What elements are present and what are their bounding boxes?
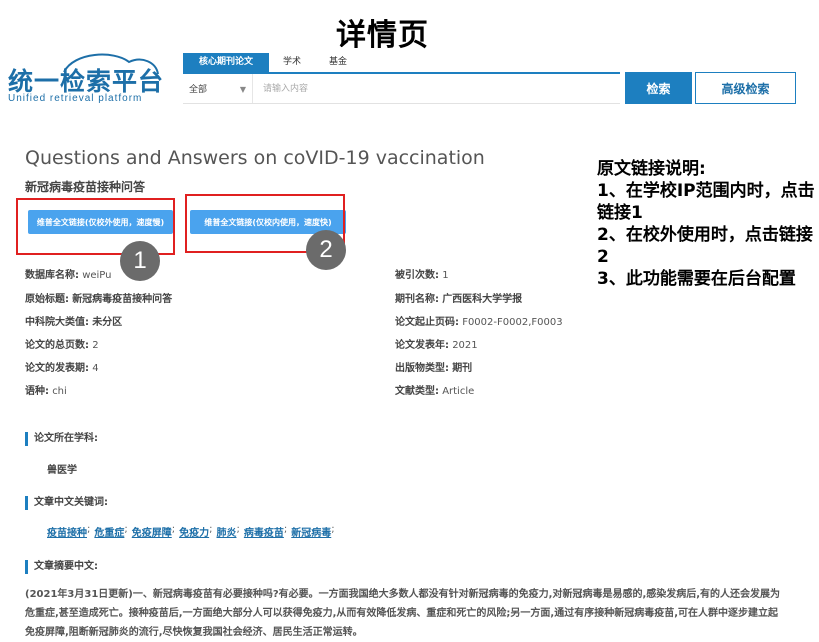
search-scope-select[interactable]: 全部 ▼ <box>183 74 253 103</box>
search-input[interactable] <box>253 74 620 103</box>
marker-1: 1 <box>120 241 160 281</box>
keyword-link[interactable]: 肺炎 <box>217 524 237 539</box>
keyword-link[interactable]: 免疫屏障 <box>132 524 172 539</box>
search-tabs: 核心期刊论文 学术 基金 <box>183 53 361 72</box>
advanced-search-button[interactable]: 高级检索 <box>695 72 796 104</box>
tab-academic[interactable]: 学术 <box>269 53 315 72</box>
link-note: 原文链接说明: 1、在学校IP范围内时，点击链接1 2、在校外使用时，点击链接2… <box>597 158 815 290</box>
meta-language: 语种: chi <box>25 386 67 397</box>
chevron-down-icon: ▼ <box>239 85 246 94</box>
keywords-section-heading: 文章中文关键词: <box>25 496 108 510</box>
meta-publication-type: 出版物类型: 期刊 <box>395 363 473 374</box>
article-title-cn: 新冠病毒疫苗接种问答 <box>25 180 146 194</box>
keyword-link[interactable]: 危重症 <box>94 524 124 539</box>
keyword-link[interactable]: 新冠病毒 <box>291 524 331 539</box>
search-button[interactable]: 检索 <box>625 72 692 104</box>
subject-value: 兽医学 <box>47 465 77 476</box>
meta-year: 论文发表年: 2021 <box>395 340 478 351</box>
subject-section-heading: 论文所在学科: <box>25 432 98 446</box>
meta-original-title: 原始标题: 新冠病毒疫苗接种问答 <box>25 294 173 305</box>
meta-journal: 期刊名称: 广西医科大学学报 <box>395 294 523 305</box>
article-title-en: Questions and Answers on coVID-19 vaccin… <box>25 147 485 169</box>
keyword-list: 疫苗接种; 危重症; 免疫屏障; 免疫力; 肺炎; 病毒疫苗; 新冠病毒; <box>47 524 335 539</box>
tab-core-journal[interactable]: 核心期刊论文 <box>183 53 269 72</box>
marker-2: 2 <box>306 230 346 270</box>
search-scope-value: 全部 <box>189 85 208 95</box>
note-title: 原文链接说明: <box>597 159 706 179</box>
note-line-1: 1、在学校IP范围内时，点击链接1 <box>597 181 815 223</box>
keyword-link[interactable]: 病毒疫苗 <box>244 524 284 539</box>
note-line-3: 3、此功能需要在后台配置 <box>597 269 796 289</box>
logo-subtitle: Unified retrieval platform <box>8 93 143 104</box>
abstract-text: (2021年3月31日更新)一、新冠病毒疫苗有必要接种吗?有必要。一方面我国绝大… <box>25 589 781 638</box>
meta-issue: 论文的发表期: 4 <box>25 363 99 374</box>
meta-cas-category: 中科院大类值: 未分区 <box>25 317 123 328</box>
meta-page-range: 论文起止页码: F0002-F0002,F0003 <box>395 317 563 328</box>
tab-fund[interactable]: 基金 <box>315 53 361 72</box>
meta-citations: 被引次数: 1 <box>395 270 449 281</box>
abstract-section-heading: 文章摘要中文: <box>25 560 98 574</box>
note-line-2: 2、在校外使用时，点击链接2 <box>597 225 813 267</box>
search-box: 全部 ▼ <box>183 72 620 104</box>
page-heading: 详情页 <box>336 18 429 53</box>
keyword-link[interactable]: 免疫力 <box>179 524 209 539</box>
keyword-link[interactable]: 疫苗接种 <box>47 524 87 539</box>
meta-total-pages: 论文的总页数: 2 <box>25 340 99 351</box>
meta-document-type: 文献类型: Article <box>395 386 475 397</box>
platform-logo[interactable]: 统一检索平台 Unified retrieval platform <box>4 50 169 108</box>
meta-database: 数据库名称: weiPu <box>25 270 112 281</box>
